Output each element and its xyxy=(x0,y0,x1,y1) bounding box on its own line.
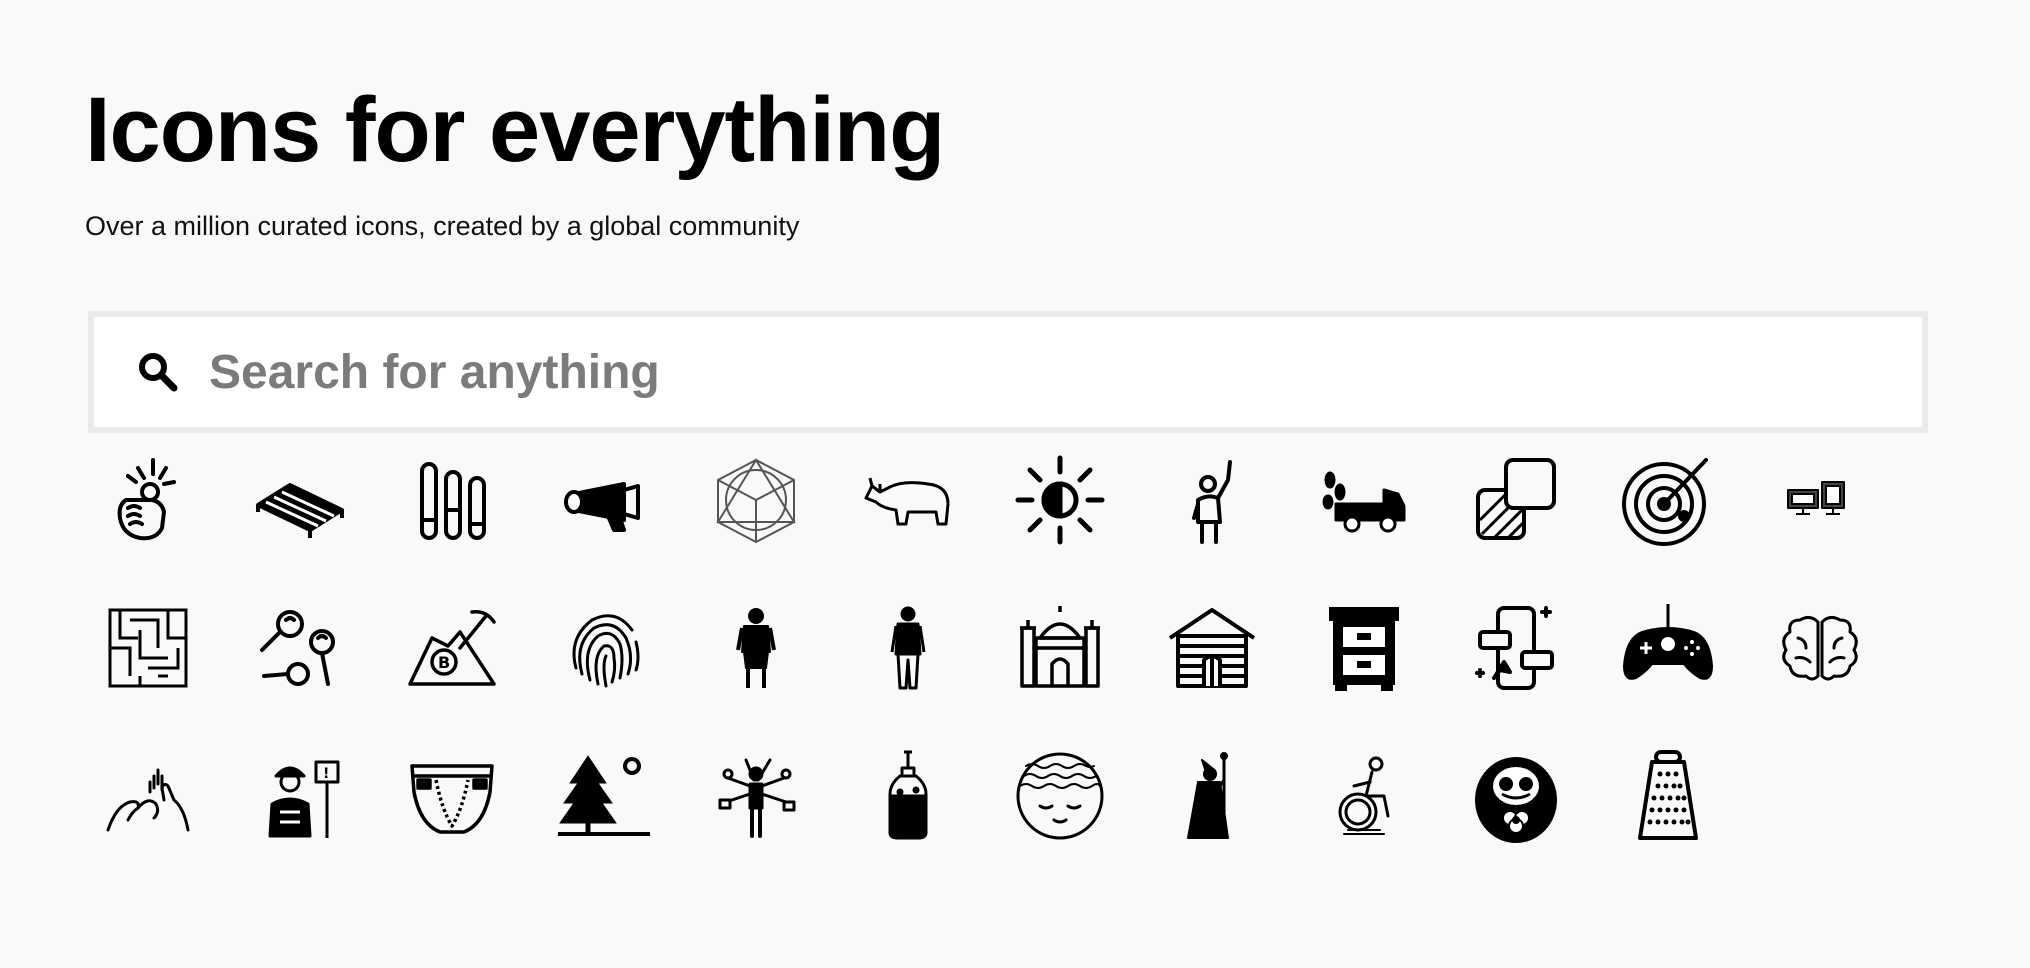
game-controller-icon[interactable] xyxy=(1608,588,1728,708)
radar-icon[interactable] xyxy=(1608,440,1728,560)
drawer-cabinet-icon[interactable] xyxy=(1304,588,1424,708)
geometric-cube-icon[interactable] xyxy=(696,440,816,560)
man-standing-icon[interactable] xyxy=(696,588,816,708)
bottle-icon[interactable] xyxy=(848,736,968,856)
search-icon[interactable] xyxy=(134,348,182,396)
waving-person-icon[interactable] xyxy=(1152,440,1272,560)
rhinoceros-icon[interactable] xyxy=(848,440,968,560)
hands-icon[interactable] xyxy=(88,736,208,856)
search-input[interactable] xyxy=(207,343,1811,401)
wizard-icon[interactable] xyxy=(1152,736,1272,856)
computers-icon[interactable] xyxy=(1760,440,1880,560)
daruma-doll-icon[interactable] xyxy=(1456,736,1576,856)
brightness-icon[interactable] xyxy=(1000,440,1120,560)
bed-frame-icon[interactable] xyxy=(240,440,360,560)
brain-icon[interactable] xyxy=(1760,588,1880,708)
log-cabin-icon[interactable] xyxy=(1152,588,1272,708)
cheese-grater-icon[interactable] xyxy=(1608,736,1728,856)
search-bar[interactable] xyxy=(88,311,1928,433)
page-title: Icons for everything xyxy=(85,79,945,181)
fingerprint-icon[interactable] xyxy=(544,588,664,708)
svg-text:B: B xyxy=(438,653,450,672)
maracas-icon[interactable] xyxy=(240,588,360,708)
sleeping-moon-icon[interactable] xyxy=(1000,736,1120,856)
multitasking-person-icon[interactable] xyxy=(696,736,816,856)
bitcoin-mining-icon[interactable]: B xyxy=(392,588,512,708)
page-subtitle: Over a million curated icons, created by… xyxy=(85,211,800,241)
test-tubes-icon[interactable] xyxy=(392,440,512,560)
truck-leaves-icon[interactable] xyxy=(1304,440,1424,560)
construction-worker-icon[interactable]: ! xyxy=(240,736,360,856)
svg-text:!: ! xyxy=(323,766,329,782)
mobile-chat-icon[interactable] xyxy=(1456,588,1576,708)
pointing-fist-icon[interactable] xyxy=(88,440,208,560)
mosque-icon[interactable] xyxy=(1000,588,1120,708)
diaper-icon[interactable] xyxy=(392,736,512,856)
maze-icon[interactable] xyxy=(88,588,208,708)
man-jacket-icon[interactable] xyxy=(848,588,968,708)
tree-sun-icon[interactable] xyxy=(544,736,664,856)
layers-icon[interactable] xyxy=(1456,440,1576,560)
wheelchair-user-icon[interactable] xyxy=(1304,736,1424,856)
megaphone-icon[interactable] xyxy=(544,440,664,560)
